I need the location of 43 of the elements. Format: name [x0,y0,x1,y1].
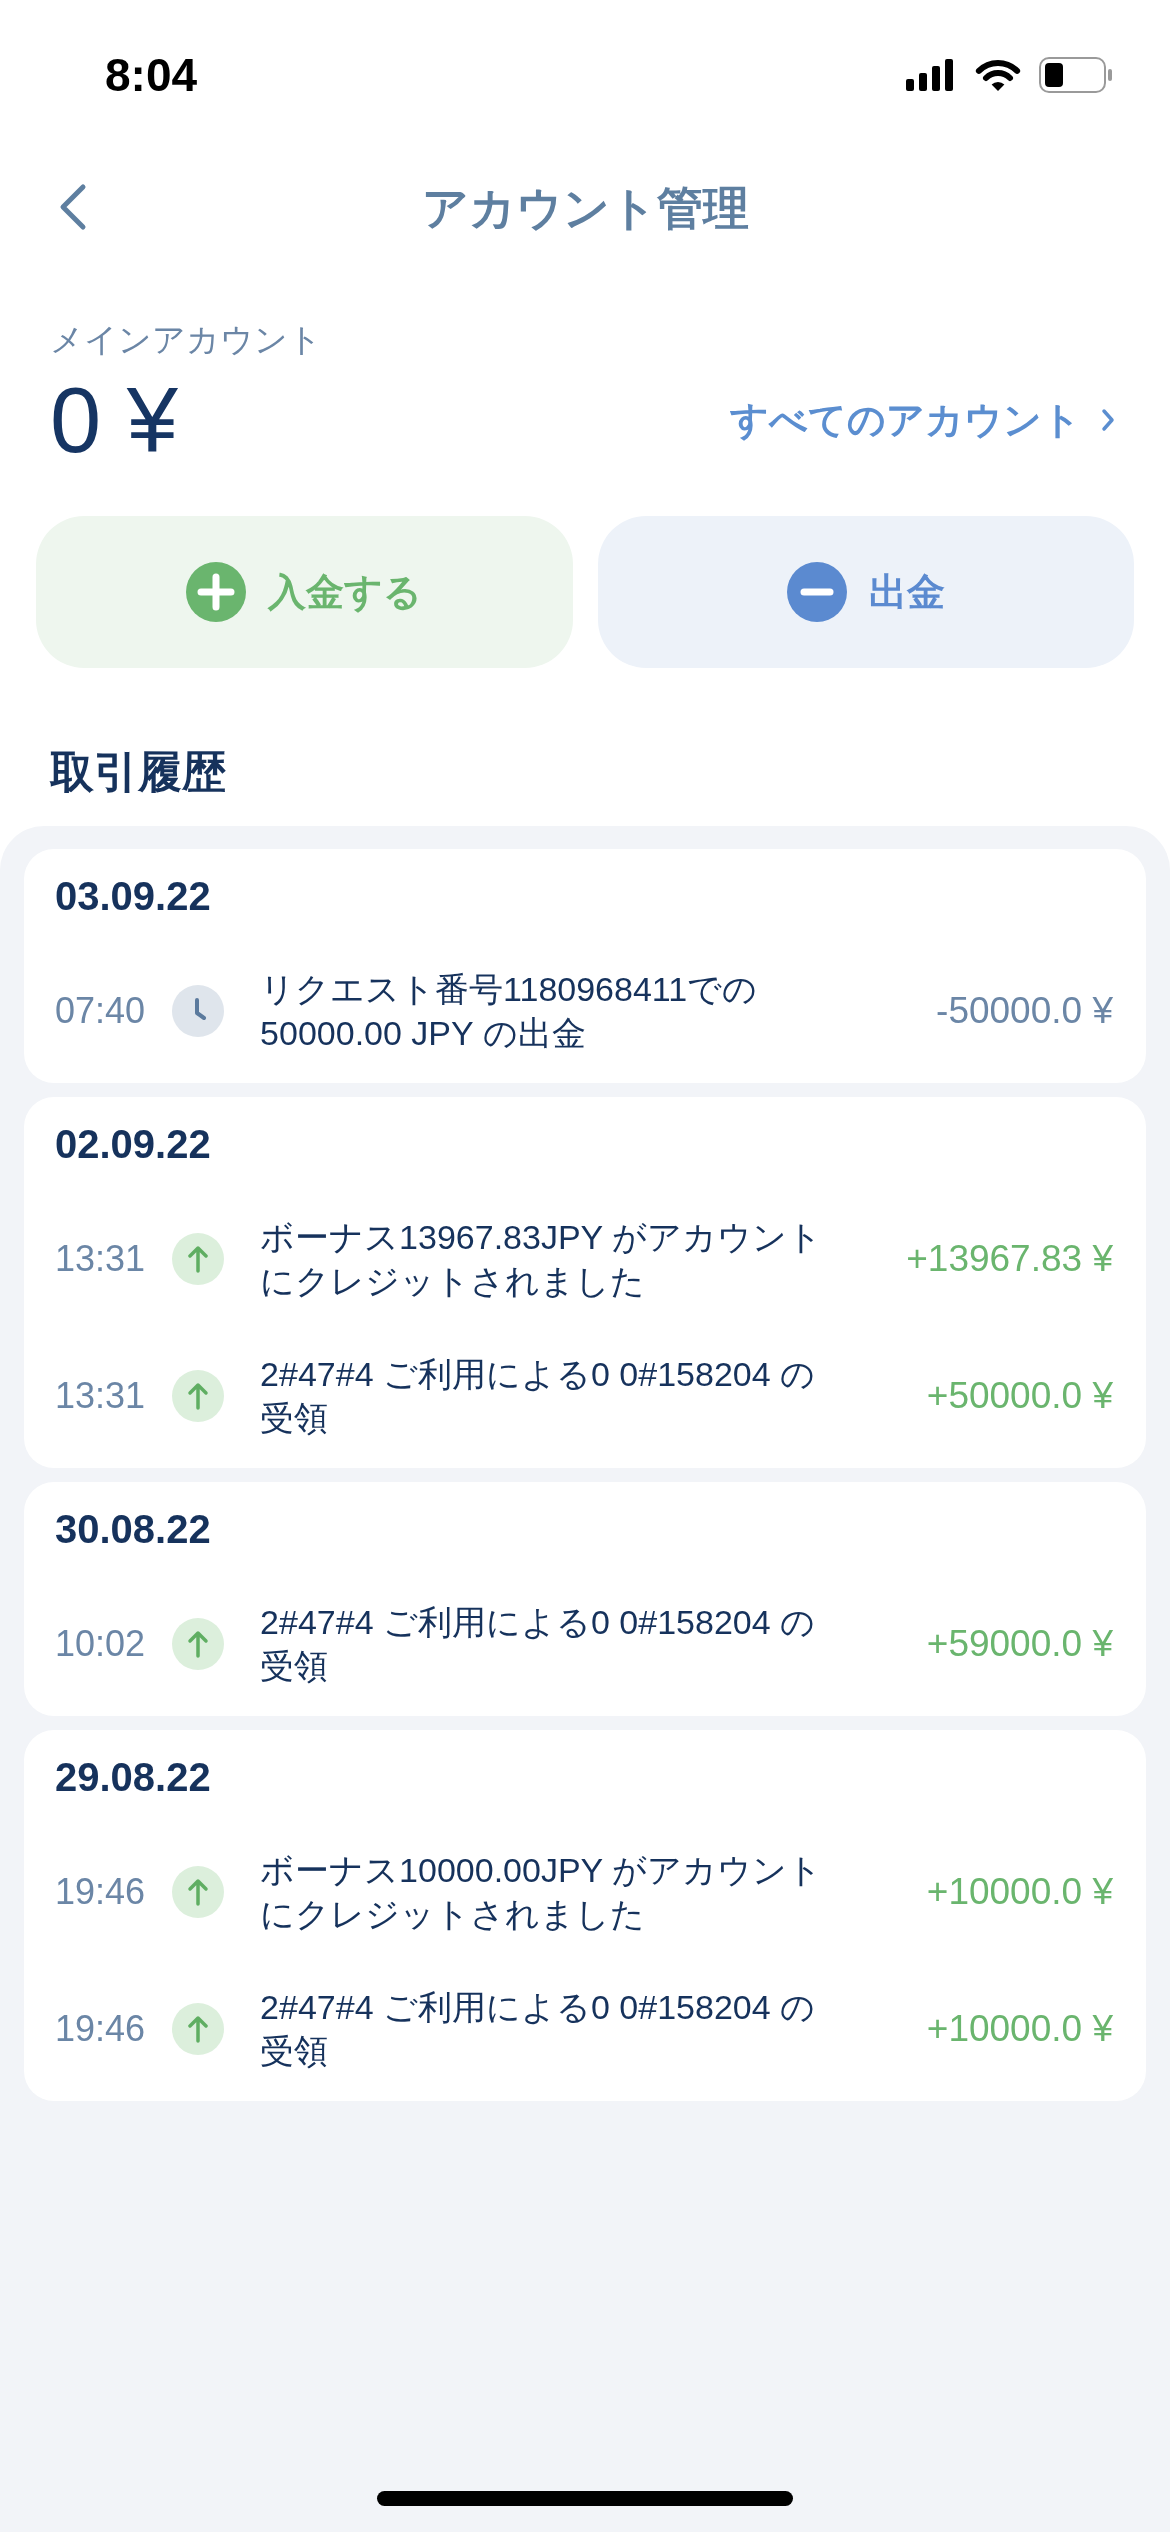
transaction-amount: +10000.0 ¥ [925,2007,1113,2051]
plus-icon [186,562,247,622]
transaction-description: ボーナス13967.83JPY がアカウントにクレジットされました [260,1217,824,1302]
transaction-description: リクエスト番号1180968411での50000.00 JPY の出金 [260,969,759,1054]
transaction-time: 10:02 [55,1622,146,1666]
transaction-time: 19:46 [55,2007,146,2051]
arrow-up-icon [172,1866,225,1918]
page-title: アカウント管理 [421,180,749,236]
transaction-description: 2#47#4 ご利用による0 0#158204 の受領 [260,1602,817,1687]
transaction-amount: +59000.0 ¥ [925,1622,1113,1666]
date-heading: 29.08.22 [55,1755,211,1799]
date-heading: 30.08.22 [55,1507,211,1551]
status-time: 8:04 [105,49,198,101]
transaction-amount: +13967.83 ¥ [905,1237,1113,1281]
transaction-time: 13:31 [55,1374,146,1418]
back-button[interactable] [58,183,88,231]
date-heading: 03.09.22 [55,874,211,918]
transaction-description: 2#47#4 ご利用による0 0#158204 の受領 [260,1987,817,2072]
date-heading: 02.09.22 [55,1122,211,1166]
transaction-amount: +50000.0 ¥ [925,1374,1113,1418]
transaction-amount: +10000.0 ¥ [925,1870,1113,1914]
minus-icon [786,562,847,622]
transaction-description: 2#47#4 ご利用による0 0#158204 の受領 [260,1354,817,1439]
arrow-up-icon [172,1618,225,1670]
chevron-left-icon [58,183,88,231]
arrow-up-icon [172,1233,225,1285]
section-title: 取引履歴 [50,746,226,798]
transaction-time: 19:46 [55,1870,146,1914]
wifi-icon [974,58,1022,92]
all-accounts-link[interactable]: すべてのアカウント [730,397,1115,443]
transaction-description: ボーナス10000.00JPY がアカウントにクレジットされました [260,1850,824,1935]
transaction-amount: -50000.0 ¥ [935,989,1113,1033]
deposit-button[interactable]: 入金する [36,516,573,668]
account-label: メインアカウント [50,320,322,360]
transaction-time: 13:31 [55,1237,146,1281]
chevron-right-icon [1101,408,1115,432]
transaction-time: 07:40 [55,989,146,1033]
arrow-up-icon [172,1370,225,1422]
battery-icon [1039,57,1113,93]
account-balance: 0 ¥ [50,370,178,470]
clock-icon [172,985,225,1037]
arrow-up-icon [172,2003,225,2055]
withdraw-button[interactable]: 出金 [597,516,1134,668]
